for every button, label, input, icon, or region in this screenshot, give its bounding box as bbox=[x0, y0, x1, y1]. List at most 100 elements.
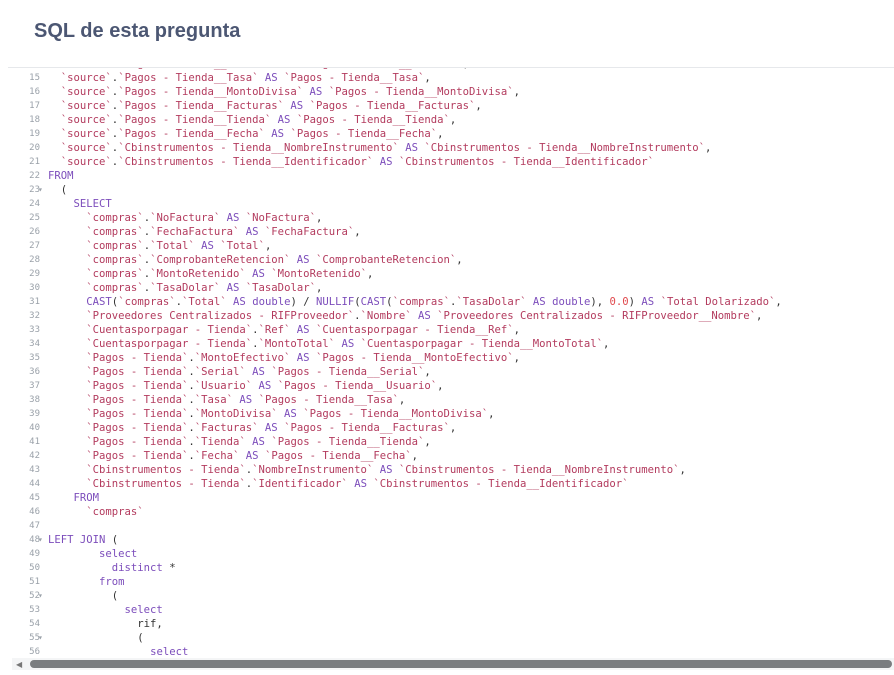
line-number: 28 bbox=[29, 255, 40, 265]
code-text: `compras`.`ComprobanteRetencion` AS `Com… bbox=[86, 254, 463, 266]
code-line: 49 select bbox=[12, 547, 894, 561]
sql-panel: SQL de esta pregunta 14 `source`.`Pagos … bbox=[8, 0, 894, 675]
line-number: 42 bbox=[29, 451, 40, 461]
sql-code-editor[interactable]: 14 `source`.`Pagos - Tienda__Usuario` AS… bbox=[12, 68, 894, 658]
line-number: 56 bbox=[29, 647, 40, 657]
line-number: 16 bbox=[29, 87, 40, 97]
code-text: `Cbinstrumentos - Tienda`.`Identificador… bbox=[86, 478, 629, 490]
code-line: 15 `source`.`Pagos - Tienda__Tasa` AS `P… bbox=[12, 71, 894, 85]
line-number: 18 bbox=[29, 115, 40, 125]
code-text: `Proveedores Centralizados - RIFProveedo… bbox=[86, 310, 763, 322]
panel-header: SQL de esta pregunta bbox=[8, 0, 894, 68]
code-text: distinct * bbox=[111, 562, 176, 574]
code-text: `source`.`Pagos - Tienda__Tasa` AS `Pago… bbox=[60, 72, 431, 84]
line-number: 50 bbox=[29, 563, 40, 573]
code-line: 19 `source`.`Pagos - Tienda__Fecha` AS `… bbox=[12, 127, 894, 141]
code-text: `compras`.`FechaFactura` AS `FechaFactur… bbox=[86, 226, 361, 238]
code-line: 48 ▾ LEFT JOIN ( bbox=[12, 533, 894, 547]
horizontal-scrollbar[interactable]: ◀ bbox=[12, 658, 894, 670]
line-number: 32 bbox=[29, 311, 40, 321]
code-text: `compras` bbox=[86, 506, 144, 518]
line-number: 15 bbox=[29, 73, 40, 83]
code-line: 54 rif, bbox=[12, 617, 894, 631]
line-number: 33 bbox=[29, 325, 40, 335]
line-number: 30 bbox=[29, 283, 40, 293]
code-line: 53 select bbox=[12, 603, 894, 617]
line-number: 26 bbox=[29, 227, 40, 237]
code-text: ( bbox=[48, 590, 119, 602]
fold-arrow-icon[interactable]: ▾ bbox=[38, 533, 43, 547]
code-line: 22 FROM bbox=[12, 169, 894, 183]
code-line: 46 `compras` bbox=[12, 505, 894, 519]
code-line: 43 `Cbinstrumentos - Tienda`.`NombreInst… bbox=[12, 463, 894, 477]
line-number: 24 bbox=[29, 199, 40, 209]
fold-arrow-icon[interactable]: ▾ bbox=[38, 589, 43, 603]
line-number: 21 bbox=[29, 157, 40, 167]
line-number: 53 bbox=[29, 605, 40, 615]
scrollbar-thumb[interactable] bbox=[30, 660, 892, 668]
code-text: `Pagos - Tienda`.`Tienda` AS `Pagos - Ti… bbox=[86, 436, 431, 448]
code-line: 17 `source`.`Pagos - Tienda__Facturas` A… bbox=[12, 99, 894, 113]
code-text: select bbox=[99, 548, 138, 560]
code-text: `Pagos - Tienda`.`MontoEfectivo` AS `Pag… bbox=[86, 352, 521, 364]
code-line: 44 `Cbinstrumentos - Tienda`.`Identifica… bbox=[12, 477, 894, 491]
line-number: 29 bbox=[29, 269, 40, 279]
line-number: 39 bbox=[29, 409, 40, 419]
line-number: 44 bbox=[29, 479, 40, 489]
code-text: `source`.`Cbinstrumentos - Tienda__Ident… bbox=[60, 156, 654, 168]
code-line: 32 `Proveedores Centralizados - RIFProve… bbox=[12, 309, 894, 323]
code-line: 16 `source`.`Pagos - Tienda__MontoDivisa… bbox=[12, 85, 894, 99]
code-text: `Pagos - Tienda`.`Fecha` AS `Pagos - Tie… bbox=[86, 450, 419, 462]
line-number: 22 bbox=[29, 171, 40, 181]
code-text: `compras`.`Total` AS `Total`, bbox=[86, 240, 272, 252]
code-text: `compras`.`TasaDolar` AS `TasaDolar`, bbox=[86, 282, 323, 294]
code-text: ( bbox=[48, 184, 68, 196]
line-number: 25 bbox=[29, 213, 40, 223]
code-text: select bbox=[124, 604, 163, 616]
code-text: `compras`.`MontoRetenido` AS `MontoReten… bbox=[86, 268, 374, 280]
scroll-left-arrow-icon[interactable]: ◀ bbox=[16, 660, 22, 669]
line-number: 43 bbox=[29, 465, 40, 475]
code-text: `Cbinstrumentos - Tienda`.`NombreInstrum… bbox=[86, 464, 686, 476]
code-lines: 14 `source`.`Pagos - Tienda__Usuario` AS… bbox=[12, 68, 894, 658]
code-line: 26 `compras`.`FechaFactura` AS `FechaFac… bbox=[12, 225, 894, 239]
code-text: CAST(`compras`.`Total` AS double) / NULL… bbox=[86, 296, 782, 308]
code-line: 39 `Pagos - Tienda`.`MontoDivisa` AS `Pa… bbox=[12, 407, 894, 421]
code-line: 36 `Pagos - Tienda`.`Serial` AS `Pagos -… bbox=[12, 365, 894, 379]
code-text: `Pagos - Tienda`.`MontoDivisa` AS `Pagos… bbox=[86, 408, 495, 420]
line-number: 35 bbox=[29, 353, 40, 363]
code-text: `source`.`Pagos - Tienda__Fecha` AS `Pag… bbox=[60, 128, 444, 140]
code-text: `source`.`Pagos - Tienda__Tienda` AS `Pa… bbox=[60, 114, 457, 126]
code-line: 47 bbox=[12, 519, 894, 533]
code-line: 30 `compras`.`TasaDolar` AS `TasaDolar`, bbox=[12, 281, 894, 295]
line-number: 51 bbox=[29, 577, 40, 587]
code-text: `Pagos - Tienda`.`Facturas` AS `Pagos - … bbox=[86, 422, 457, 434]
line-number: 52 bbox=[29, 591, 40, 601]
code-text: LEFT JOIN ( bbox=[48, 534, 119, 546]
code-line: 34 `Cuentasporpagar - Tienda`.`MontoTota… bbox=[12, 337, 894, 351]
code-line: 35 `Pagos - Tienda`.`MontoEfectivo` AS `… bbox=[12, 351, 894, 365]
code-line: 21 `source`.`Cbinstrumentos - Tienda__Id… bbox=[12, 155, 894, 169]
fold-arrow-icon[interactable]: ▾ bbox=[38, 631, 43, 645]
code-line: 56 select bbox=[12, 645, 894, 658]
code-line: 23 ▾ ( bbox=[12, 183, 894, 197]
code-line: 41 `Pagos - Tienda`.`Tienda` AS `Pagos -… bbox=[12, 435, 894, 449]
code-text: `Cuentasporpagar - Tienda`.`Ref` AS `Cue… bbox=[86, 324, 521, 336]
code-text: `compras`.`NoFactura` AS `NoFactura`, bbox=[86, 212, 323, 224]
code-line: 52 ▾ ( bbox=[12, 589, 894, 603]
code-line: 31 CAST(`compras`.`Total` AS double) / N… bbox=[12, 295, 894, 309]
line-number: 31 bbox=[29, 297, 40, 307]
code-line: 18 `source`.`Pagos - Tienda__Tienda` AS … bbox=[12, 113, 894, 127]
line-number: 36 bbox=[29, 367, 40, 377]
line-number: 23 bbox=[29, 185, 40, 195]
line-number: 49 bbox=[29, 549, 40, 559]
code-text: from bbox=[99, 576, 125, 588]
line-number: 41 bbox=[29, 437, 40, 447]
code-line: 38 `Pagos - Tienda`.`Tasa` AS `Pagos - T… bbox=[12, 393, 894, 407]
code-text: `Pagos - Tienda`.`Serial` AS `Pagos - Ti… bbox=[86, 366, 431, 378]
code-line: 25 `compras`.`NoFactura` AS `NoFactura`, bbox=[12, 211, 894, 225]
code-text: `source`.`Cbinstrumentos - Tienda__Nombr… bbox=[60, 142, 712, 154]
code-text: select bbox=[150, 646, 189, 658]
code-line: 27 `compras`.`Total` AS `Total`, bbox=[12, 239, 894, 253]
fold-arrow-icon[interactable]: ▾ bbox=[38, 183, 43, 197]
